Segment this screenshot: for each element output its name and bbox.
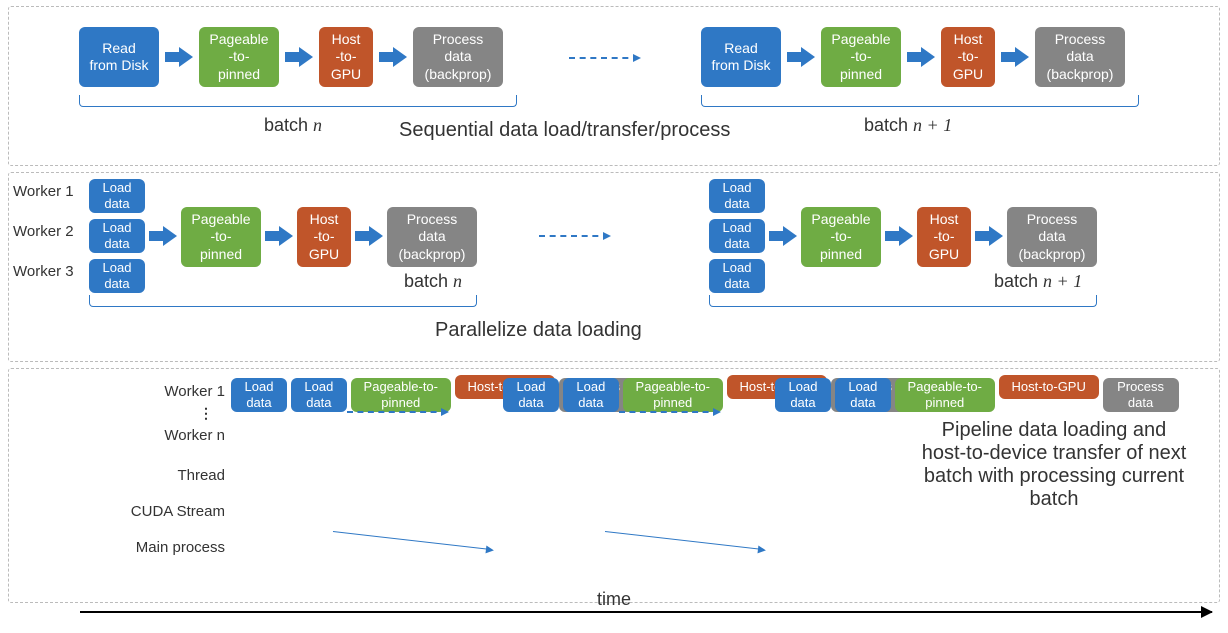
load-box: Loaddata xyxy=(89,259,145,293)
dashed-arrow-icon xyxy=(347,411,447,413)
load-box: Loaddata xyxy=(503,378,559,412)
main-label: Main process xyxy=(25,539,225,556)
dashed-arrow-icon xyxy=(569,57,639,59)
pageable-box: Pageable-to-pinned xyxy=(199,27,279,87)
solid-arrow-icon xyxy=(605,531,764,550)
pageable-box: Pageable-to-pinned xyxy=(351,378,451,412)
brace-icon xyxy=(89,295,477,307)
worker1-label: Worker 1 xyxy=(25,383,225,400)
arrow-icon xyxy=(285,49,313,65)
panel-pipeline: Worker 1 ⋮ Worker n Thread CUDA Stream M… xyxy=(8,368,1220,603)
caption-parallel: Parallelize data loading xyxy=(435,319,642,342)
arrow-icon xyxy=(165,49,193,65)
worker3-label: Worker 3 xyxy=(13,263,74,280)
seq-batch-n1: Readfrom Disk Pageable-to-pinned Host-to… xyxy=(701,27,1125,87)
load-box: Loaddata xyxy=(835,378,891,412)
arrow-icon xyxy=(975,228,1003,244)
batch-np1-label: batch n + 1 xyxy=(864,115,952,136)
host-gpu-box: Host-to-GPU xyxy=(941,27,995,87)
time-label: time xyxy=(597,589,631,610)
load-box: Loaddata xyxy=(709,219,765,253)
process-box: Processdata(backprop) xyxy=(1035,27,1125,87)
load-box: Loaddata xyxy=(709,259,765,293)
host-gpu-box: Host-to-GPU xyxy=(999,375,1099,399)
load-box: Loaddata xyxy=(709,179,765,213)
read-disk-label: Readfrom Disk xyxy=(89,40,148,75)
load-box: Loaddata xyxy=(89,219,145,253)
batch-n-label: batch n xyxy=(404,271,462,292)
pipe-col3: Loaddata Loaddata Pageable-to-pinned Hos… xyxy=(775,375,1179,420)
host-gpu-box: Host-to-GPU xyxy=(917,207,971,267)
process-label: Processdata(backprop) xyxy=(425,31,492,84)
load-box: Loaddata xyxy=(775,378,831,412)
host-gpu-box: Host-to-GPU xyxy=(319,27,373,87)
load-box: Loaddata xyxy=(291,378,347,412)
arrow-icon xyxy=(149,228,177,244)
time-arrow-icon xyxy=(80,611,1212,613)
time-axis: time xyxy=(8,609,1220,631)
arrow-icon xyxy=(787,49,815,65)
seq-batch-n: Readfrom Disk Pageable-to-pinned Host-to… xyxy=(79,27,503,87)
process-box: Processdata(backprop) xyxy=(1007,207,1097,267)
pageable-label: Pageable-to-pinned xyxy=(209,31,268,84)
process-box: Processdata(backprop) xyxy=(413,27,503,87)
process-box: Processdata(backprop) xyxy=(387,207,477,267)
dashed-arrow-icon xyxy=(619,411,719,413)
arrow-icon xyxy=(1001,49,1029,65)
pageable-box: Pageable-to-pinned xyxy=(895,378,995,412)
cuda-label: CUDA Stream xyxy=(25,503,225,520)
load-box: Loaddata xyxy=(89,179,145,213)
worker1-label: Worker 1 xyxy=(13,183,74,200)
brace-icon xyxy=(701,95,1139,107)
panel-parallel: Worker 1 Worker 2 Worker 3 Loaddata Load… xyxy=(8,172,1220,362)
read-disk-box: Readfrom Disk xyxy=(79,27,159,87)
host-gpu-label: Host-to-GPU xyxy=(331,31,361,84)
solid-arrow-icon xyxy=(333,531,492,550)
panel-sequential: Readfrom Disk Pageable-to-pinned Host-to… xyxy=(8,6,1220,166)
vdots-icon: ⋮ xyxy=(199,411,213,417)
pageable-box: Pageable-to-pinned xyxy=(801,207,881,267)
brace-icon xyxy=(709,295,1097,307)
caption-pipeline: Pipeline data loading and host-to-device… xyxy=(919,419,1189,511)
batch-np1-label: batch n + 1 xyxy=(994,271,1082,292)
thread-label: Thread xyxy=(25,467,225,484)
read-disk-box: Readfrom Disk xyxy=(701,27,781,87)
pageable-box: Pageable-to-pinned xyxy=(181,207,261,267)
batch-n-label: batch n xyxy=(264,115,322,136)
arrow-icon xyxy=(265,228,293,244)
caption-sequential: Sequential data load/transfer/process xyxy=(399,119,730,142)
brace-icon xyxy=(79,95,517,107)
load-box: Loaddata xyxy=(231,378,287,412)
arrow-icon xyxy=(769,228,797,244)
workern-label: Worker n xyxy=(25,427,225,444)
load-box: Loaddata xyxy=(563,378,619,412)
arrow-icon xyxy=(379,49,407,65)
process-box: Processdata xyxy=(1103,378,1179,412)
dashed-arrow-icon xyxy=(539,235,609,237)
host-gpu-box: Host-to-GPU xyxy=(297,207,351,267)
pageable-box: Pageable-to-pinned xyxy=(623,378,723,412)
pageable-box: Pageable-to-pinned xyxy=(821,27,901,87)
arrow-icon xyxy=(885,228,913,244)
worker2-label: Worker 2 xyxy=(13,223,74,240)
arrow-icon xyxy=(355,228,383,244)
arrow-icon xyxy=(907,49,935,65)
